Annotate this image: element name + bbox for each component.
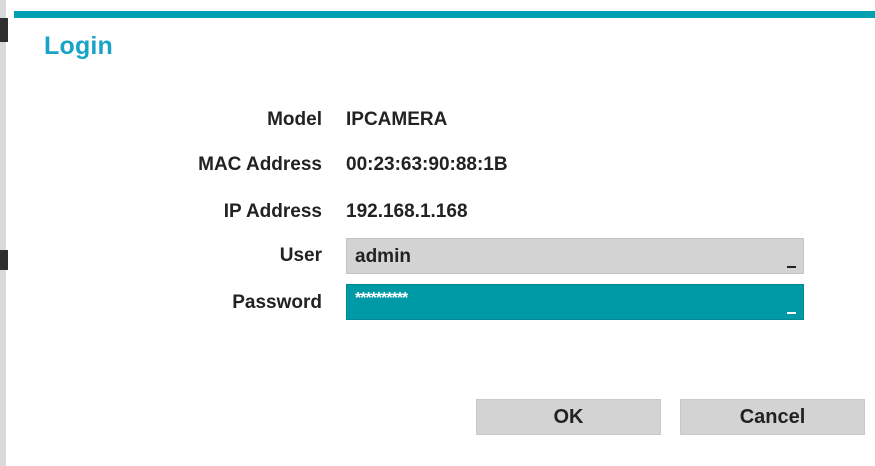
- ok-button[interactable]: OK: [476, 399, 661, 435]
- user-label: User: [279, 245, 322, 266]
- password-input[interactable]: **********: [346, 284, 804, 320]
- password-input-value: **********: [355, 290, 408, 307]
- user-input-value: admin: [355, 246, 411, 267]
- password-label: Password: [232, 292, 322, 313]
- mac-address-value: 00:23:63:90:88:1B: [346, 154, 508, 175]
- login-dialog: Login Model IPCAMERA MAC Address 00:23:6…: [14, 18, 875, 466]
- ip-address-label: IP Address: [223, 201, 322, 222]
- model-label: Model: [267, 109, 322, 130]
- ip-address-value: 192.168.1.168: [346, 201, 468, 222]
- screen: Login Model IPCAMERA MAC Address 00:23:6…: [0, 0, 875, 466]
- dialog-top-accent-bar: [14, 11, 875, 18]
- mac-address-label: MAC Address: [198, 154, 322, 175]
- edge-segment: [0, 250, 8, 270]
- cancel-button[interactable]: Cancel: [680, 399, 865, 435]
- model-value: IPCAMERA: [346, 109, 448, 130]
- edge-segment: [0, 18, 8, 42]
- text-cursor-icon: [787, 266, 796, 268]
- window-left-edge: [0, 0, 8, 466]
- user-input[interactable]: admin: [346, 238, 804, 274]
- dialog-title: Login: [44, 32, 114, 60]
- text-cursor-icon: [787, 312, 796, 314]
